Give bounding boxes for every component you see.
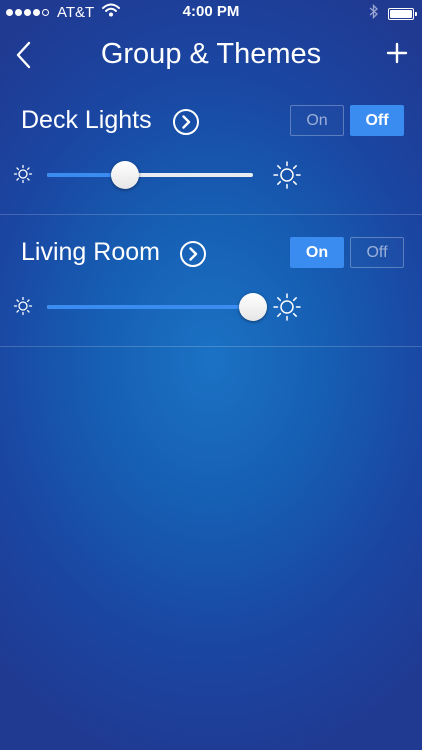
bluetooth-icon	[369, 3, 378, 23]
power-toggle: On Off	[290, 105, 404, 136]
group-row-living-room: Living Room On Off	[0, 214, 422, 347]
off-button[interactable]: Off	[350, 105, 404, 136]
page-title: Group & Themes	[100, 38, 322, 70]
status-bar: AT&T 4:00 PM	[0, 0, 422, 24]
brightness-low-icon	[13, 164, 33, 184]
brightness-high-icon	[272, 160, 302, 190]
slider-fill	[47, 305, 253, 309]
brightness-slider[interactable]	[47, 161, 253, 189]
chevron-circle-right-icon	[173, 109, 199, 135]
slider-thumb[interactable]	[239, 293, 267, 321]
chevron-circle-right-icon	[180, 241, 206, 267]
group-detail-button[interactable]	[173, 109, 199, 135]
brightness-slider[interactable]	[47, 293, 267, 321]
brightness-high-icon	[272, 292, 302, 322]
navigation-bar: Group & Themes	[0, 24, 422, 86]
on-button[interactable]: On	[290, 105, 344, 136]
group-row-deck-lights: Deck Lights On Off	[0, 82, 422, 215]
group-name: Living Room	[21, 238, 160, 266]
group-name: Deck Lights	[21, 106, 152, 134]
on-button[interactable]: On	[290, 237, 344, 268]
clock: 4:00 PM	[182, 3, 240, 20]
group-detail-button[interactable]	[180, 241, 206, 267]
power-toggle: On Off	[290, 237, 404, 268]
plus-icon	[386, 42, 408, 64]
status-right	[369, 3, 417, 23]
brightness-low-icon	[13, 296, 33, 316]
add-group-button[interactable]	[380, 36, 414, 70]
slider-thumb[interactable]	[111, 161, 140, 189]
battery-icon	[388, 7, 417, 20]
off-button[interactable]: Off	[350, 237, 404, 268]
